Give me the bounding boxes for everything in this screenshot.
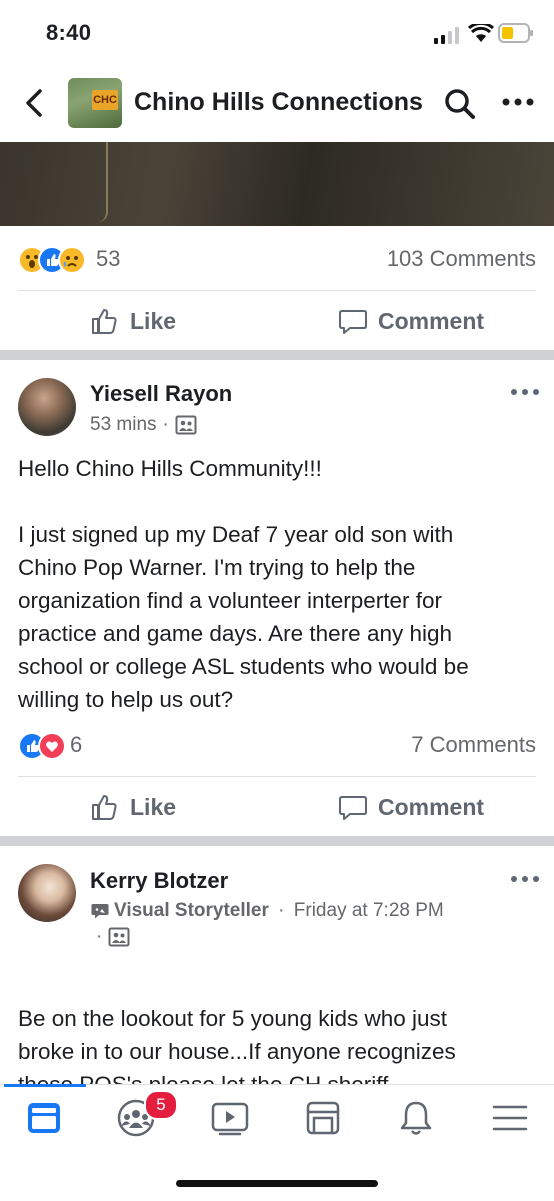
comment-button[interactable]: Comment [338,304,484,338]
like-button[interactable]: Like [90,790,176,824]
meta-separator: · [272,900,290,921]
post-body-line: broke in to our house...If anyone recogn… [18,1039,456,1064]
post-body-line: Chino Pop Warner. I'm trying to help the [18,555,416,580]
divider [18,290,536,291]
reaction-count[interactable]: 6 [70,732,82,758]
cellular-signal-icon [434,27,459,44]
like-icon [92,309,117,334]
notifications-tab-icon[interactable] [396,1098,436,1138]
post-separator [0,350,554,360]
post-body: I just signed up my Deaf 7 year old son … [18,518,538,716]
search-icon[interactable] [444,88,476,120]
post-time[interactable]: 53 mins [90,414,157,436]
meta-separator: · [162,414,169,435]
battery-icon [498,23,533,43]
comment-label: Comment [378,307,485,334]
author-name[interactable]: Kerry Blotzer [90,868,228,894]
post-body-line: I just signed up my Deaf 7 year old son … [18,522,454,547]
reaction-count[interactable]: 53 [96,246,120,272]
more-options-icon[interactable] [500,92,536,112]
comment-icon [339,310,367,334]
reaction-icons[interactable] [18,246,98,274]
post-body-line: organization find a volunteer interperte… [18,588,442,613]
group-privacy-icon [175,415,197,435]
divider [18,776,536,777]
watch-tab-icon[interactable] [210,1098,250,1138]
storyteller-badge-icon [91,904,109,919]
group-logo: CHC [92,90,118,110]
post-separator [0,836,554,846]
reaction-icons[interactable] [18,732,68,760]
sad-reaction-icon [58,246,86,274]
post-body-line: school or college ASL students who would… [18,654,469,679]
like-button[interactable]: Like [90,304,176,338]
post-meta: 53 mins · [90,414,197,436]
like-label: Like [130,307,177,334]
photo-detail [96,142,108,222]
author-name[interactable]: Yiesell Rayon [90,381,232,407]
menu-tab-icon[interactable] [490,1098,530,1138]
post-options-icon[interactable] [510,873,540,885]
post-body-line: practice and game days. Are there any hi… [18,621,453,646]
back-icon[interactable] [22,88,48,118]
group-avatar[interactable]: CHC [68,78,122,128]
author-badge[interactable]: Visual Storyteller [114,900,269,922]
author-avatar[interactable] [18,378,76,436]
comments-count[interactable]: 7 Comments [411,732,536,758]
post-meta: Visual Storyteller · Friday at 7:28 PM [90,900,444,922]
like-label: Like [130,793,177,820]
comment-label: Comment [378,793,485,820]
notification-badge: 5 [144,1090,178,1120]
comment-button[interactable]: Comment [338,790,484,824]
status-time: 8:40 [46,20,92,45]
home-indicator [176,1180,378,1187]
love-reaction-icon [38,732,66,760]
post-options-icon[interactable] [510,386,540,398]
like-icon [92,795,117,820]
comment-icon [339,796,367,820]
author-avatar[interactable] [18,864,76,922]
post-body-line: willing to help us out? [18,687,234,712]
group-privacy-icon [108,927,130,947]
wifi-icon [468,24,494,42]
post-body-line: Be on the lookout for 5 young kids who j… [18,1006,448,1031]
post-time[interactable]: Friday at 7:28 PM [294,900,444,922]
news-feed-tab-icon[interactable] [24,1098,64,1138]
active-tab-indicator [4,1084,86,1087]
comments-count[interactable]: 103 Comments [387,246,536,272]
marketplace-tab-icon[interactable] [303,1098,343,1138]
group-title[interactable]: Chino Hills Connections [134,88,423,117]
meta-separator: · [96,926,103,947]
post-photo[interactable] [0,142,554,226]
post-meta-second-line: · [96,926,130,948]
post-greeting: Hello Chino Hills Community!!! [18,456,322,481]
